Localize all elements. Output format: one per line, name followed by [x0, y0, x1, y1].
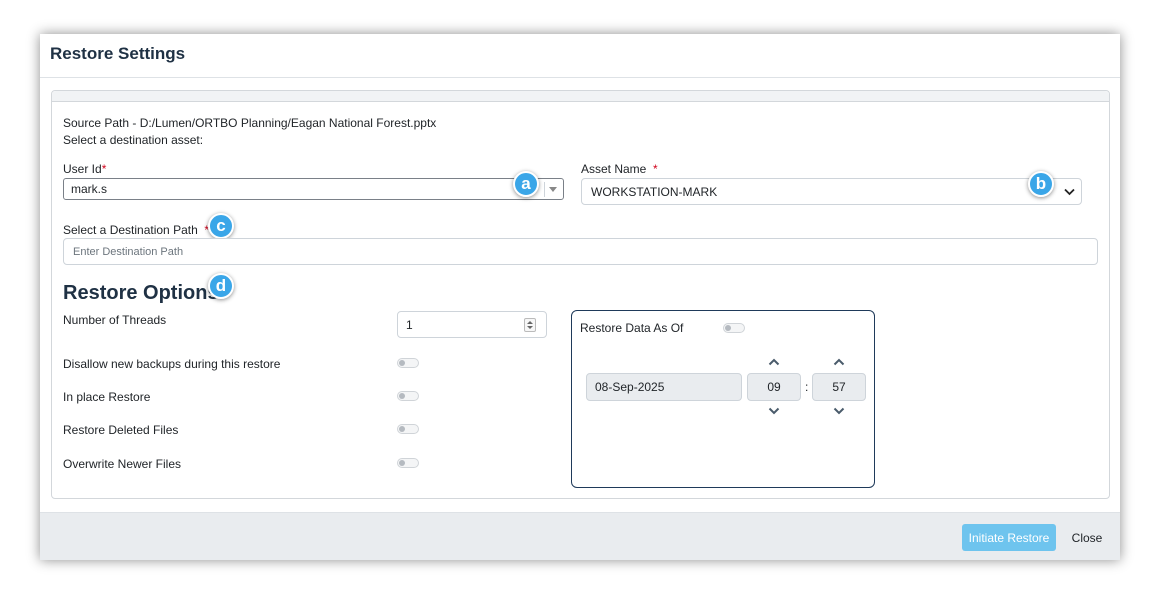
destination-path-placeholder: Enter Destination Path: [73, 245, 184, 258]
restore-as-of-label: Restore Data As Of: [580, 321, 684, 335]
toggle-label-disallow-backups: Disallow new backups during this restore: [63, 357, 281, 371]
restore-as-of-panel: Restore Data As Of 08-Sep-2025 09 : 57: [571, 310, 875, 488]
stepper-icon[interactable]: [524, 318, 536, 332]
minute-down-chevron-icon[interactable]: [833, 407, 845, 415]
toggle-knob: [399, 460, 405, 466]
minute-input[interactable]: 57: [812, 373, 866, 401]
callout-d: d: [208, 273, 234, 299]
toggle-overwrite-newer[interactable]: [397, 458, 419, 468]
asset-name-select[interactable]: WORKSTATION-MARK: [581, 178, 1082, 205]
callout-a: a: [513, 171, 539, 197]
destination-path-input[interactable]: Enter Destination Path: [63, 238, 1098, 265]
hour-up-chevron-icon[interactable]: [768, 358, 780, 366]
dialog-footer: Initiate Restore Close: [40, 512, 1120, 560]
asset-name-label-text: Asset Name: [581, 162, 647, 176]
user-id-label-text: User Id: [63, 162, 102, 176]
toggle-disallow-backups[interactable]: [397, 358, 419, 368]
time-separator: :: [805, 380, 809, 394]
card-header: [52, 91, 1109, 102]
hour-value: 09: [767, 380, 781, 394]
select-asset-text: Select a destination asset:: [63, 133, 204, 147]
user-id-value: mark.s: [71, 182, 107, 196]
destination-path-label-text: Select a Destination Path: [63, 223, 198, 237]
minute-value: 57: [832, 380, 846, 394]
close-button[interactable]: Close: [1062, 524, 1112, 551]
callout-b: b: [1028, 171, 1054, 197]
toggle-restore-as-of[interactable]: [723, 323, 745, 333]
dialog-title: Restore Settings: [50, 44, 186, 63]
user-id-select[interactable]: mark.s: [63, 178, 564, 200]
date-input[interactable]: 08-Sep-2025: [586, 373, 742, 401]
threads-label: Number of Threads: [63, 313, 167, 327]
toggle-label-restore-deleted: Restore Deleted Files: [63, 423, 179, 437]
threads-input[interactable]: 1: [397, 311, 547, 338]
toggle-restore-deleted[interactable]: [397, 424, 419, 434]
title-divider: [40, 77, 1120, 78]
toggle-knob: [399, 426, 405, 432]
restore-options-title: Restore Options: [63, 282, 219, 304]
hour-input[interactable]: 09: [747, 373, 801, 401]
toggle-knob: [399, 360, 405, 366]
threads-value: 1: [406, 317, 413, 332]
hour-down-chevron-icon[interactable]: [768, 407, 780, 415]
asset-name-label: Asset Name *: [581, 162, 658, 176]
chevron-down-icon[interactable]: [1064, 188, 1075, 196]
required-mark: *: [101, 162, 107, 176]
destination-path-label: Select a Destination Path *: [63, 223, 209, 237]
toggle-knob: [399, 393, 405, 399]
source-path-text: Source Path - D:/Lumen/ORTBO Planning/Ea…: [63, 116, 437, 130]
toggle-knob: [725, 325, 731, 331]
select-divider: [544, 182, 545, 197]
user-id-label: User Id*: [63, 162, 106, 176]
restore-settings-dialog: Restore Settings Source Path - D:/Lumen/…: [40, 34, 1120, 560]
toggle-label-in-place-restore: In place Restore: [63, 390, 151, 404]
date-value: 08-Sep-2025: [595, 380, 665, 394]
required-mark: *: [653, 162, 658, 176]
toggle-label-overwrite-newer: Overwrite Newer Files: [63, 457, 182, 471]
stepper-down-icon[interactable]: [527, 326, 533, 329]
asset-name-value: WORKSTATION-MARK: [591, 184, 718, 199]
initiate-restore-button[interactable]: Initiate Restore: [962, 524, 1056, 551]
toggle-in-place-restore[interactable]: [397, 391, 419, 401]
callout-c: c: [208, 213, 234, 239]
dropdown-caret-icon[interactable]: [549, 187, 557, 192]
stepper-up-icon[interactable]: [527, 321, 533, 324]
minute-up-chevron-icon[interactable]: [833, 358, 845, 366]
